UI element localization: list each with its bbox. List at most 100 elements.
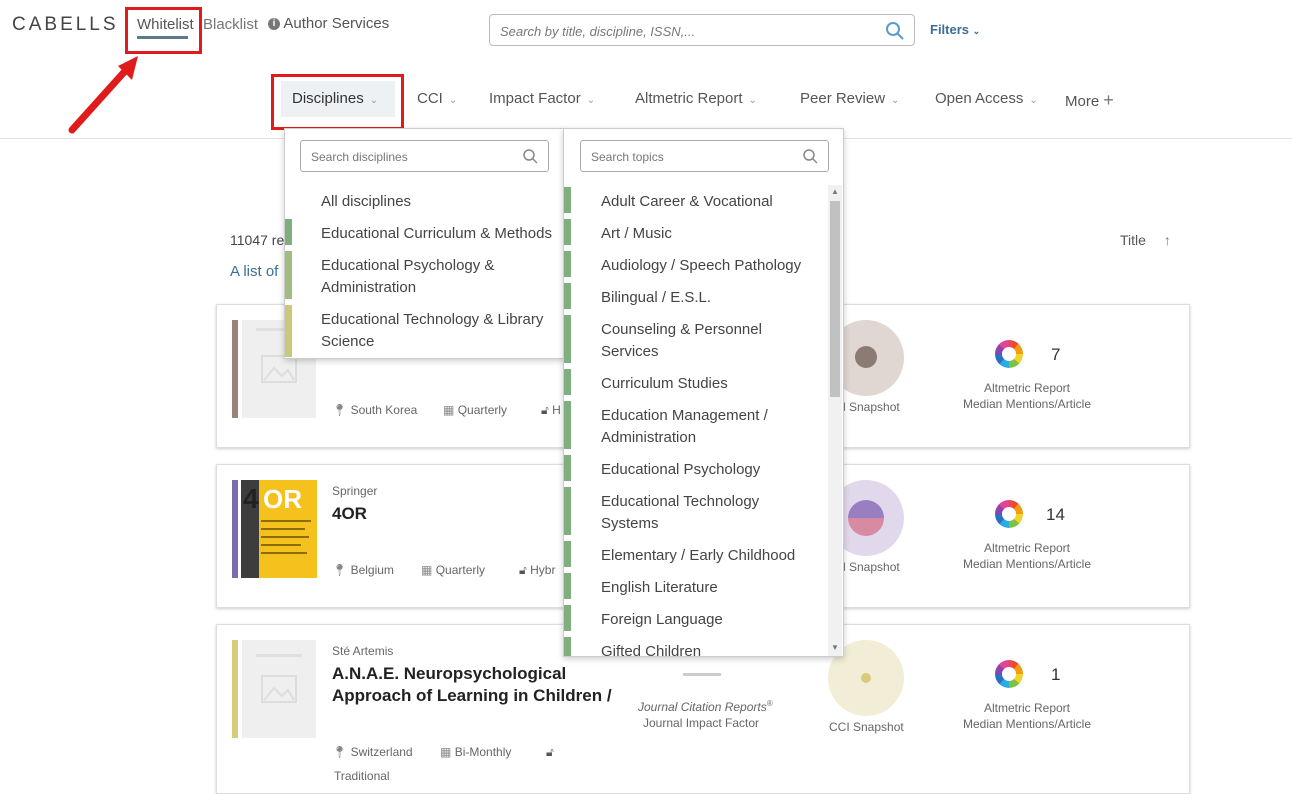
country-text: South Korea — [350, 403, 418, 417]
tab-blacklist[interactable]: Blacklist — [203, 16, 258, 33]
publisher-name: Sté Artemis — [332, 644, 394, 658]
chevron-down-icon: ⌄ — [891, 95, 900, 106]
topic-item[interactable]: Educational Technology Systems — [601, 491, 819, 535]
topic-item[interactable]: English Literature — [601, 577, 819, 599]
altmetric-label: Altmetric Report Median Mentions/Article — [952, 700, 1102, 732]
search-placeholder: Search by title, discipline, ISSN,... — [500, 24, 696, 39]
nav-open-access-label: Open Access — [935, 90, 1024, 107]
sort-control[interactable]: Title ↑ — [1120, 232, 1171, 248]
journal-title[interactable]: 4OR — [332, 503, 367, 525]
cci-snapshot-label: l Snapshot — [843, 400, 900, 414]
topic-item[interactable]: Elementary / Early Childhood — [601, 545, 819, 567]
search-topics-input[interactable]: Search topics — [580, 140, 829, 172]
search-icon[interactable] — [886, 22, 904, 40]
search-topics-placeholder: Search topics — [591, 150, 664, 164]
jcr-label: Journal Citation Reports® — [638, 699, 773, 714]
topics-dropdown: Search topics Adult Career & Vocational A… — [563, 128, 844, 657]
frequency-meta: ▦ Bi-Monthly — [440, 745, 511, 759]
search-icon[interactable] — [523, 149, 538, 164]
country-text: Belgium — [350, 563, 394, 577]
altmetric-value: 7 — [1051, 345, 1061, 364]
discipline-item[interactable]: Educational Psychology & Administration — [321, 255, 551, 299]
journal-cover-placeholder — [242, 640, 316, 738]
topic-item[interactable]: Audiology / Speech Pathology — [601, 255, 819, 277]
access-text: Traditional — [334, 769, 390, 783]
nav-impact-factor[interactable]: Impact Factor ⌄ — [489, 90, 595, 107]
topic-color-bar — [564, 251, 571, 277]
topic-item[interactable]: Foreign Language — [601, 609, 819, 631]
card-color-stripe — [232, 640, 238, 738]
topic-item[interactable]: Bilingual / E.S.L. — [601, 287, 819, 309]
altmetric-donut-icon[interactable] — [995, 500, 1023, 528]
topic-color-bar — [564, 605, 571, 631]
filters-button[interactable]: Filters ⌄ — [930, 22, 980, 37]
topic-item[interactable]: Educational Psychology — [601, 459, 819, 481]
frequency-meta: ▦ Quarterly — [421, 563, 485, 577]
topic-item[interactable]: Counseling & Personnel Services — [601, 319, 819, 363]
discipline-item-all[interactable]: All disciplines — [321, 191, 411, 213]
topic-item[interactable]: Adult Career & Vocational — [601, 191, 819, 213]
topics-list: Adult Career & Vocational Art / Music Audi… — [564, 187, 826, 656]
nav-peer-review[interactable]: Peer Review ⌄ — [800, 90, 899, 107]
journal-title[interactable]: A.N.A.E. Neuropsychological Approach of … — [332, 663, 617, 707]
altmetric-label: Altmetric Report Median Mentions/Article — [952, 380, 1102, 412]
frequency-text: Bi-Monthly — [454, 745, 512, 759]
padlock-icon: 🔓︎ — [546, 745, 554, 759]
highlight-box-disciplines — [271, 74, 404, 130]
search-disciplines-placeholder: Search disciplines — [311, 150, 408, 164]
discipline-item[interactable]: Educational Curriculum & Methods — [321, 223, 566, 245]
nav-cci[interactable]: CCI ⌄ — [417, 90, 457, 107]
altmetric-donut-icon[interactable] — [995, 660, 1023, 688]
scrollbar-thumb[interactable] — [830, 201, 840, 397]
info-icon: i — [268, 18, 280, 31]
tab-author-services[interactable]: i Author Services — [268, 15, 389, 32]
nav-altmetric-report[interactable]: Altmetric Report ⌄ — [635, 90, 757, 107]
topic-color-bar — [564, 455, 571, 481]
cabells-logo[interactable]: CABELLS — [12, 14, 119, 36]
topic-item[interactable]: Gifted Children — [601, 641, 819, 656]
sort-label: Title — [1120, 232, 1146, 248]
search-disciplines-input[interactable]: Search disciplines — [300, 140, 549, 172]
nav-peer-review-label: Peer Review — [800, 90, 886, 107]
topic-item[interactable]: Education Management / Administration — [601, 405, 819, 449]
nav-cci-label: CCI — [417, 90, 443, 107]
access-meta: 🔓︎ H — [541, 403, 561, 418]
topic-color-bar — [564, 219, 571, 245]
frequency-meta: ▦ Quarterly — [443, 403, 507, 417]
altmetric-donut-icon[interactable] — [995, 340, 1023, 368]
topic-item[interactable]: Art / Music — [601, 223, 819, 245]
chevron-down-icon: ⌄ — [748, 95, 757, 106]
country-meta: 📍︎ Switzerland — [332, 745, 413, 759]
nav-more[interactable]: More + — [1065, 90, 1114, 111]
results-list-link[interactable]: A list of — [230, 263, 278, 280]
chevron-down-icon: ⌄ — [448, 95, 458, 106]
topics-scrollbar[interactable]: ▲ ▼ — [828, 185, 842, 656]
filters-label: Filters — [930, 22, 970, 37]
access-text: H — [552, 403, 561, 417]
discipline-color-bar — [285, 305, 292, 357]
chevron-down-icon: ⌄ — [972, 26, 981, 36]
cci-snapshot-label: CCI Snapshot — [829, 720, 904, 734]
topic-color-bar — [564, 541, 571, 567]
nav-open-access[interactable]: Open Access ⌄ — [935, 90, 1038, 107]
nav-impact-factor-label: Impact Factor — [489, 90, 581, 107]
altmetric-label-line2: Median Mentions/Article — [962, 397, 1092, 411]
altmetric-label-line1: Altmetric Report — [983, 381, 1071, 395]
topic-item[interactable]: Curriculum Studies — [601, 373, 819, 395]
scroll-up-arrow-icon[interactable]: ▲ — [831, 187, 839, 196]
search-input[interactable]: Search by title, discipline, ISSN,... — [489, 14, 915, 46]
jif-label: Journal Impact Factor — [643, 716, 760, 730]
discipline-item[interactable]: Educational Technology & Library Science — [321, 309, 561, 353]
scroll-down-arrow-icon[interactable]: ▼ — [831, 643, 839, 652]
search-icon[interactable] — [803, 149, 818, 164]
nav-altmetric-label: Altmetric Report — [635, 90, 743, 107]
chevron-down-icon: ⌄ — [586, 95, 596, 106]
altmetric-value: 14 — [1046, 505, 1065, 524]
altmetric-label: Altmetric Report Median Mentions/Article — [952, 540, 1102, 572]
impact-factor-empty-dash — [683, 673, 721, 676]
disciplines-dropdown: Search disciplines All disciplines Educa… — [284, 128, 565, 359]
topic-color-bar — [564, 401, 571, 449]
cci-snapshot-label: l Snapshot — [843, 560, 900, 574]
topic-color-bar — [564, 283, 571, 309]
discipline-color-bar — [285, 219, 292, 245]
